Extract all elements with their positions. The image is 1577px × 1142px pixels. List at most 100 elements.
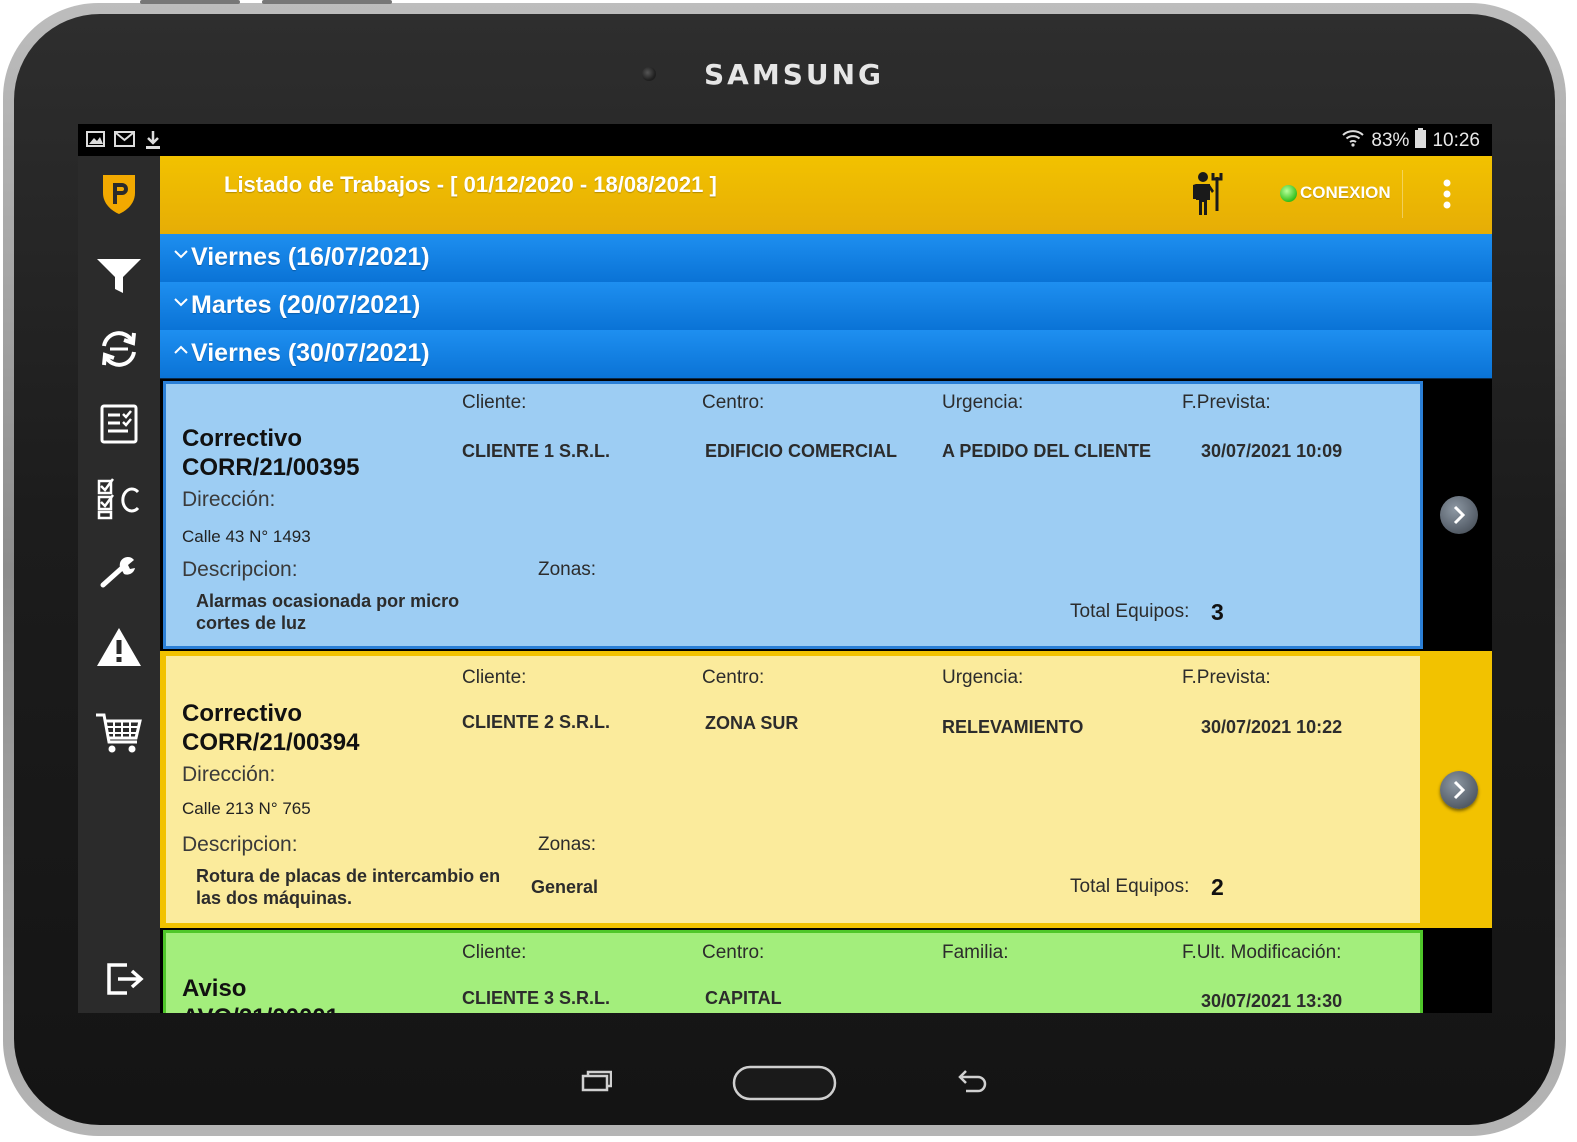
sync-icon[interactable] bbox=[78, 324, 160, 374]
urgencia-value: RELEVAMIENTO bbox=[942, 717, 1084, 737]
checklist-c-icon[interactable] bbox=[78, 474, 160, 524]
job-code: CORR/21/00394 bbox=[182, 729, 360, 756]
chevron-down-icon bbox=[174, 294, 188, 312]
chevron-right-icon bbox=[1453, 505, 1466, 525]
zonas-label: Zonas: bbox=[538, 559, 597, 580]
fecha-value: 30/07/2021 10:09 bbox=[1201, 441, 1343, 461]
chevron-down-icon bbox=[174, 246, 188, 264]
fecha-label: F.Prevista: bbox=[1182, 667, 1271, 688]
total-equipos-value: 2 bbox=[1211, 874, 1224, 900]
job-code: AVO/21/00001 bbox=[182, 1003, 339, 1013]
hardware-button bbox=[140, 0, 240, 4]
cart-icon[interactable] bbox=[78, 708, 160, 758]
zonas-value: General bbox=[531, 877, 599, 897]
direccion-value: Calle 43 N° 1493 bbox=[182, 527, 311, 546]
descripcion-line: Rotura de placas de intercambio en bbox=[196, 866, 501, 886]
urgencia-label: Urgencia: bbox=[942, 392, 1024, 413]
direccion-label: Dirección: bbox=[182, 488, 276, 511]
job-row: Cliente: Centro: Urgencia: F.Prevista: C… bbox=[160, 379, 1492, 651]
app-bar: Listado de Trabajos - [ 01/12/2020 - 18/… bbox=[160, 156, 1492, 234]
connection-label: CONEXION bbox=[1300, 183, 1391, 202]
descripcion-line: las dos máquinas. bbox=[196, 888, 353, 908]
descripcion-line: Alarmas ocasionada por micro bbox=[196, 591, 460, 611]
wrench-icon[interactable] bbox=[78, 548, 160, 598]
centro-value: CAPITAL bbox=[705, 988, 782, 1008]
centro-label: Centro: bbox=[702, 667, 765, 688]
descripcion-label: Descripcion: bbox=[182, 833, 298, 856]
descripcion-line: cortes de luz bbox=[196, 613, 307, 633]
sidebar bbox=[78, 156, 160, 1013]
cliente-value: CLIENTE 3 S.R.L. bbox=[462, 988, 611, 1008]
direccion-value: Calle 213 N° 765 bbox=[182, 799, 311, 818]
front-camera bbox=[642, 67, 656, 81]
cliente-value: CLIENTE 2 S.R.L. bbox=[462, 712, 611, 732]
battery-icon bbox=[1415, 128, 1427, 154]
cliente-label: Cliente: bbox=[462, 942, 527, 963]
day-group-label: Viernes (16/07/2021) bbox=[191, 243, 430, 271]
open-job-button[interactable] bbox=[1440, 496, 1478, 534]
tablet-screen: 83% 10:26 Listado de Trabajos - [01/12/… bbox=[78, 124, 1492, 1013]
job-type: Correctivo bbox=[182, 425, 303, 452]
cliente-label: Cliente: bbox=[462, 667, 527, 688]
day-group-header[interactable]: Martes (20/07/2021) bbox=[160, 282, 1492, 331]
urgencia-value: A PEDIDO DEL CLIENTE bbox=[942, 441, 1152, 461]
zonas-label: Zonas: bbox=[538, 834, 597, 855]
fecha-label: F.Prevista: bbox=[1182, 392, 1271, 413]
total-equipos-value: 3 bbox=[1211, 599, 1224, 625]
chevron-up-icon bbox=[174, 342, 188, 360]
centro-label: Centro: bbox=[702, 942, 765, 963]
job-card[interactable]: Cliente: Centro: Urgencia: F.Prevista: C… bbox=[163, 653, 1423, 926]
day-group-header[interactable]: Viernes (30/07/2021) bbox=[160, 330, 1492, 381]
divider bbox=[1402, 170, 1403, 218]
chevron-right-icon bbox=[1453, 780, 1466, 800]
fecha-value: 30/07/2021 10:22 bbox=[1201, 717, 1343, 737]
filter-icon[interactable] bbox=[78, 251, 160, 301]
total-equipos-label: Total Equipos: bbox=[1070, 876, 1190, 897]
back-icon[interactable] bbox=[956, 1068, 988, 1106]
fecha-value: 30/07/2021 13:30 bbox=[1201, 991, 1343, 1011]
page-title: Listado de Trabajos - [ 01/12/2020 - 18/… bbox=[224, 172, 717, 197]
warning-icon[interactable] bbox=[78, 622, 160, 672]
job-row: Cliente: Centro: Familia: F.Ult. Modific… bbox=[160, 928, 1492, 1013]
overflow-menu-icon[interactable] bbox=[1442, 178, 1452, 217]
day-group-label: Viernes (30/07/2021) bbox=[191, 339, 430, 367]
fecha-label: F.Ult. Modificación: bbox=[1182, 942, 1342, 963]
familia-label: Familia: bbox=[942, 942, 1009, 963]
centro-value: EDIFICIO COMERCIAL bbox=[705, 441, 897, 461]
checklist-icon[interactable] bbox=[78, 399, 160, 449]
home-button[interactable] bbox=[732, 1064, 838, 1102]
app-logo bbox=[78, 168, 160, 218]
job-type: Aviso bbox=[182, 975, 247, 1002]
cliente-value: CLIENTE 1 S.R.L. bbox=[462, 441, 611, 461]
device-brand: SAMSUNG bbox=[704, 58, 885, 91]
total-equipos-label: Total Equipos: bbox=[1070, 601, 1190, 622]
job-card[interactable]: Cliente: Centro: Familia: F.Ult. Modific… bbox=[163, 930, 1423, 1013]
recent-apps-icon[interactable] bbox=[580, 1068, 613, 1106]
download-notification-icon bbox=[144, 130, 162, 155]
hardware-button bbox=[262, 0, 392, 4]
open-job-button[interactable] bbox=[1440, 771, 1478, 809]
image-notification-icon bbox=[86, 130, 106, 155]
mail-notification-icon bbox=[114, 130, 136, 155]
job-card[interactable]: Cliente: Centro: Urgencia: F.Prevista: C… bbox=[163, 381, 1423, 649]
main-content: Listado de Trabajos - [ 01/12/2020 - 18/… bbox=[160, 156, 1492, 1013]
connection-indicator-icon bbox=[1280, 184, 1297, 202]
battery-percent: 83% bbox=[1371, 130, 1410, 151]
urgencia-label: Urgencia: bbox=[942, 667, 1024, 688]
centro-label: Centro: bbox=[702, 392, 765, 413]
logout-icon[interactable] bbox=[84, 954, 166, 1004]
centro-value: ZONA SUR bbox=[705, 713, 799, 733]
status-bar: 83% 10:26 bbox=[78, 124, 1492, 156]
clock: 10:26 bbox=[1432, 130, 1480, 151]
connection-status[interactable]: CONEXION bbox=[1280, 183, 1391, 203]
job-type: Correctivo bbox=[182, 700, 303, 727]
job-row: Cliente: Centro: Urgencia: F.Prevista: C… bbox=[160, 651, 1492, 928]
direccion-label: Dirección: bbox=[182, 763, 276, 786]
day-group-header[interactable]: Viernes (16/07/2021) bbox=[160, 234, 1492, 283]
wifi-icon bbox=[1341, 129, 1365, 153]
day-group-label: Martes (20/07/2021) bbox=[191, 291, 421, 319]
descripcion-label: Descripcion: bbox=[182, 558, 298, 581]
cliente-label: Cliente: bbox=[462, 392, 527, 413]
job-code: CORR/21/00395 bbox=[182, 454, 360, 481]
technician-icon[interactable] bbox=[1190, 171, 1226, 222]
